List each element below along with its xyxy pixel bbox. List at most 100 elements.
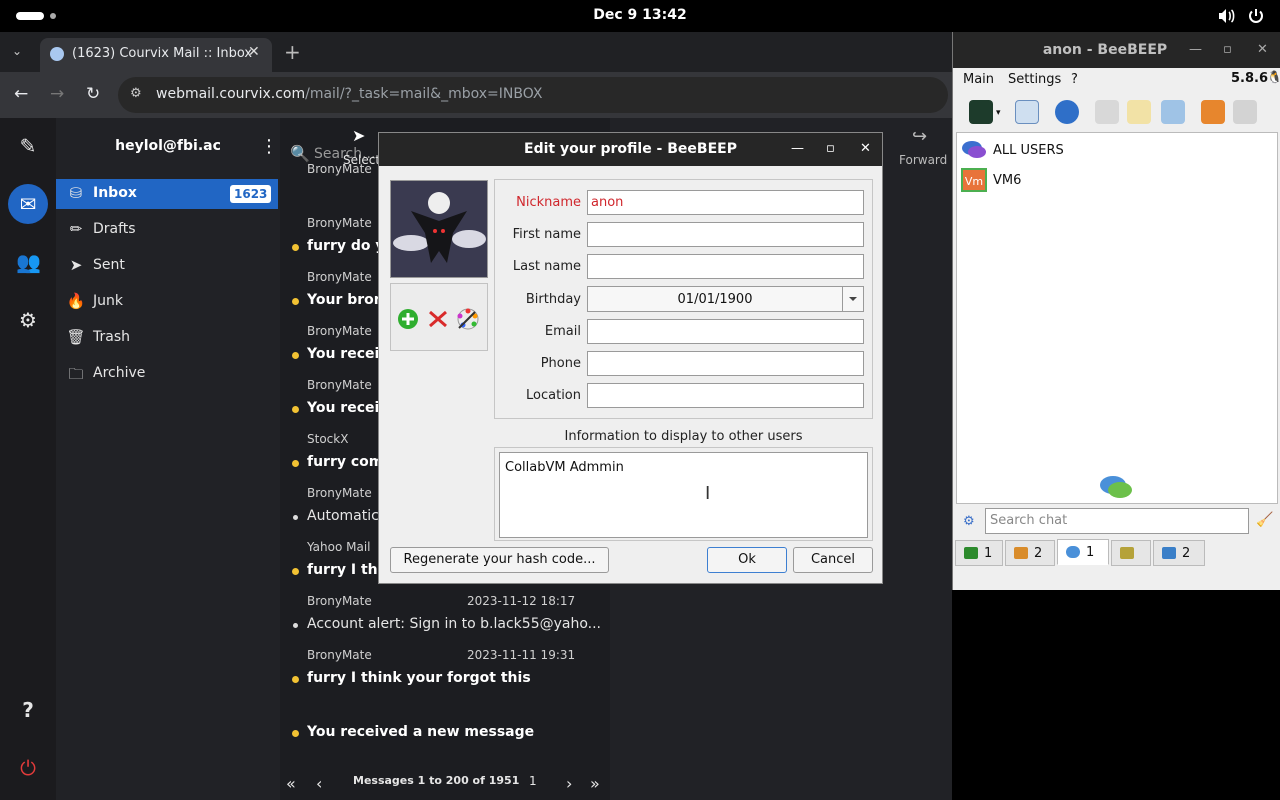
compose-icon[interactable]: ✎ bbox=[16, 134, 40, 158]
remove-photo-icon[interactable] bbox=[427, 308, 449, 330]
beebeep-title: anon - BeeBEEP bbox=[1042, 42, 1168, 58]
forward-icon[interactable]: ↪ bbox=[912, 126, 927, 147]
tab-chats[interactable]: 1 bbox=[1057, 539, 1109, 565]
maximize-icon[interactable]: ▫ bbox=[826, 141, 835, 156]
first-name-field[interactable] bbox=[587, 222, 864, 247]
close-icon[interactable]: ✕ bbox=[860, 141, 871, 156]
folder-sent[interactable]: ➤ Sent bbox=[56, 251, 278, 281]
menu-settings[interactable]: Settings bbox=[1008, 72, 1061, 87]
cancel-button[interactable]: Cancel bbox=[793, 547, 873, 573]
folder-junk[interactable]: 🔥 Junk bbox=[56, 287, 278, 317]
pager-text: Messages 1 to 200 of 1951 bbox=[353, 774, 520, 787]
site-settings-icon[interactable]: ⚙ bbox=[130, 86, 142, 101]
info-textarea[interactable]: CollabVM Admmin bbox=[499, 452, 868, 538]
recycle-bin-icon[interactable] bbox=[1233, 100, 1257, 124]
tab-list-chevron-icon[interactable]: ⌄ bbox=[12, 44, 22, 58]
search-chat-input[interactable]: Search chat bbox=[985, 508, 1249, 534]
file-share-icon[interactable] bbox=[1201, 100, 1225, 124]
menu-main[interactable]: Main bbox=[963, 72, 994, 87]
tab-groups[interactable] bbox=[1111, 540, 1151, 566]
close-icon[interactable]: ✕ bbox=[1257, 42, 1268, 57]
help-icon[interactable]: ? bbox=[16, 698, 40, 722]
phone-field[interactable] bbox=[587, 351, 864, 376]
back-icon[interactable]: ← bbox=[14, 84, 28, 104]
status-icon[interactable] bbox=[969, 100, 993, 124]
status-dropdown-icon[interactable]: ▾ bbox=[996, 108, 1001, 118]
mail-envelope-icon[interactable] bbox=[1095, 100, 1119, 124]
next-page-icon[interactable]: › bbox=[566, 774, 572, 793]
select-button[interactable]: Select bbox=[343, 153, 380, 167]
tab-count: 1 bbox=[984, 546, 993, 561]
birthday-field[interactable]: 01/01/1900 bbox=[587, 286, 864, 312]
unread-dot-icon bbox=[292, 568, 299, 575]
minimize-icon[interactable]: — bbox=[1189, 42, 1202, 57]
profile-fields: Nickname anon First name Last name Birth… bbox=[494, 179, 873, 419]
birthday-dropdown-button[interactable] bbox=[842, 287, 863, 311]
tab-shares[interactable]: 2 bbox=[1153, 540, 1205, 566]
message-sender: BronyMate bbox=[307, 216, 372, 230]
minimize-icon[interactable]: — bbox=[791, 141, 804, 156]
page-number[interactable]: 1 bbox=[529, 774, 537, 788]
volume-icon[interactable] bbox=[1216, 6, 1236, 26]
nickname-field[interactable]: anon bbox=[587, 190, 864, 215]
users-icon bbox=[1014, 547, 1028, 559]
url-text: webmail.courvix.com/mail/?_task=mail&_mb… bbox=[156, 86, 543, 102]
logout-power-icon[interactable]: ⏻ bbox=[16, 756, 40, 780]
account-menu-icon[interactable]: ⋮ bbox=[260, 136, 278, 157]
reload-icon[interactable]: ↻ bbox=[86, 84, 100, 104]
tab-close-icon[interactable]: ✕ bbox=[248, 44, 260, 60]
mail-icon[interactable]: ✉ bbox=[16, 192, 40, 216]
regenerate-hash-button[interactable]: Regenerate your hash code... bbox=[390, 547, 609, 573]
dialog-title: Edit your profile - BeeBEEP bbox=[524, 141, 737, 157]
note-pencil-icon[interactable] bbox=[1127, 100, 1151, 124]
prev-page-icon[interactable]: ‹ bbox=[316, 774, 322, 793]
contacts-icon[interactable]: 👥 bbox=[16, 250, 41, 274]
tab-computers[interactable]: 1 bbox=[955, 540, 1003, 566]
message-subject[interactable]: furry I think your forgot this bbox=[307, 670, 607, 686]
settings-icon[interactable]: ⚙ bbox=[16, 308, 40, 332]
network-icon[interactable] bbox=[1055, 100, 1079, 124]
last-name-label: Last name bbox=[512, 259, 581, 274]
email-label: Email bbox=[544, 324, 581, 339]
tux-icon: 🐧 bbox=[1267, 70, 1280, 84]
folder-drafts[interactable]: ✏ Drafts bbox=[56, 215, 278, 245]
maximize-icon[interactable]: ▫ bbox=[1223, 42, 1232, 57]
last-page-icon[interactable]: » bbox=[590, 774, 600, 793]
location-field[interactable] bbox=[587, 383, 864, 408]
message-subject[interactable]: Account alert: Sign in to b.lack55@yaho.… bbox=[307, 616, 607, 632]
select-cursor-icon[interactable]: ➤ bbox=[352, 126, 365, 145]
chat-icon bbox=[1066, 546, 1080, 558]
forward-button[interactable]: Forward bbox=[899, 153, 947, 167]
user-row-vm6[interactable]: Vm VM6 bbox=[957, 165, 1277, 195]
dialog-titlebar[interactable]: Edit your profile - BeeBEEP — ▫ ✕ bbox=[379, 133, 882, 166]
first-page-icon[interactable]: « bbox=[286, 774, 296, 793]
power-icon[interactable] bbox=[1246, 6, 1266, 26]
tab-users[interactable]: 2 bbox=[1005, 540, 1055, 566]
ok-button[interactable]: Ok bbox=[707, 547, 787, 573]
color-picker-icon[interactable] bbox=[455, 306, 481, 332]
user-row-all-users[interactable]: ALL USERS bbox=[957, 135, 1277, 165]
message-subject[interactable]: You received a new message bbox=[307, 724, 607, 740]
menu-help[interactable]: ? bbox=[1071, 72, 1078, 87]
avatar[interactable] bbox=[390, 180, 488, 278]
tab-strip: ⌄ (1623) Courvix Mail :: Inbox ✕ + bbox=[0, 32, 952, 72]
folder-icon: 🗀 bbox=[68, 365, 84, 383]
forward-nav-icon[interactable]: → bbox=[50, 84, 64, 104]
folder-panel: heylol@fbi.ac ⋮ ⛁ Inbox 1623 ✏ Drafts ➤ … bbox=[56, 118, 280, 800]
last-name-field[interactable] bbox=[587, 254, 864, 279]
pager: « ‹ Messages 1 to 200 of 1951 1 › » bbox=[280, 764, 610, 800]
browser-tab[interactable]: (1623) Courvix Mail :: Inbox ✕ bbox=[40, 38, 272, 72]
clock[interactable]: Dec 9 13:42 bbox=[0, 7, 1280, 23]
email-field[interactable] bbox=[587, 319, 864, 344]
unread-dot-icon bbox=[292, 730, 299, 737]
folder-inbox[interactable]: ⛁ Inbox 1623 bbox=[56, 179, 278, 209]
beebeep-titlebar[interactable]: anon - BeeBEEP — ▫ ✕ bbox=[953, 32, 1280, 68]
new-tab-icon[interactable]: + bbox=[284, 40, 301, 64]
folder-archive[interactable]: 🗀 Archive bbox=[56, 359, 278, 389]
address-bar[interactable]: ⚙ webmail.courvix.com/mail/?_task=mail&_… bbox=[118, 77, 948, 113]
clear-search-icon[interactable]: 🧹 bbox=[1256, 512, 1273, 528]
folder-trash[interactable]: 🗑 Trash bbox=[56, 323, 278, 353]
edit-profile-icon[interactable] bbox=[1015, 100, 1039, 124]
add-photo-icon[interactable] bbox=[397, 308, 419, 330]
tools-icon[interactable] bbox=[1161, 100, 1185, 124]
